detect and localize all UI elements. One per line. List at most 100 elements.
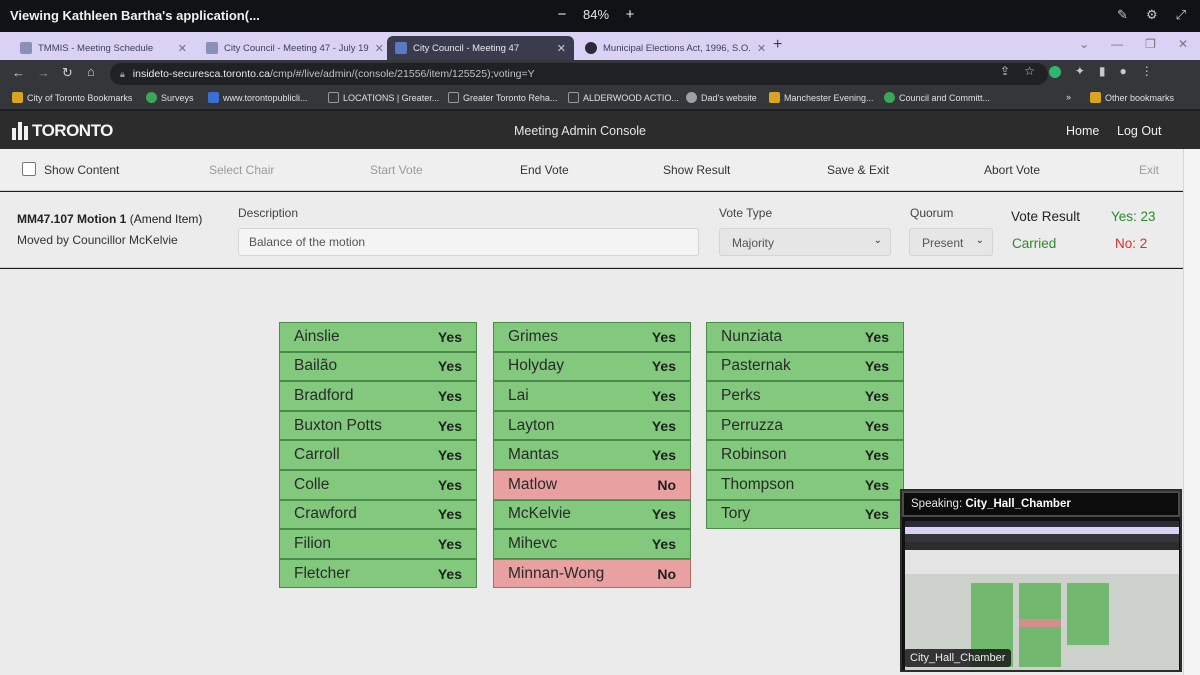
save-exit-button[interactable]: Save & Exit [827,163,889,177]
end-vote-button[interactable]: End Vote [520,163,569,177]
vertical-scrollbar[interactable] [1183,149,1200,675]
profile-icon[interactable]: ● [1120,64,1127,78]
bookmark-star-icon[interactable]: ☆ [1024,64,1035,78]
page-icon [568,92,579,103]
home-icon[interactable]: ⌂ [87,64,95,79]
chevron-down-icon: ⌄ [975,235,984,246]
vote-type-select[interactable]: Majority ⌄ [719,228,891,256]
folder-icon [12,92,23,103]
quorum-select[interactable]: Present ⌄ [909,228,993,256]
bookmark-item[interactable]: Dad's website [686,92,757,103]
select-chair-button[interactable]: Select Chair [209,163,274,177]
bookmark-item[interactable]: Surveys [146,92,194,103]
councillor-name: Thompson [721,475,795,493]
zoom-out-button[interactable]: − [555,6,569,23]
tab-label: City Council - Meeting 47 [413,42,520,54]
motion-number: MM47.107 Motion 1 [17,212,127,226]
vote-value: Yes [437,447,462,464]
browser-tab[interactable]: TMMIS - Meeting Schedule ✕ [12,36,195,60]
tab-label: City Council - Meeting 47 - July 19 [224,42,369,54]
lock-icon: 🔒︎ [120,68,125,79]
councillor-name: Pasternak [721,357,791,375]
bookmark-item[interactable]: www.torontopublicli... [208,92,308,103]
councillor-name: Bailão [294,357,338,375]
vote-type-value: Majority [732,236,775,250]
bookmark-item[interactable]: Manchester Evening... [769,92,874,103]
vote-value: Yes [437,476,462,493]
browser-tab[interactable]: Municipal Elections Act, 1996, S.O. ✕ [577,36,765,60]
forward-icon[interactable]: → [37,65,50,80]
browser-tab[interactable]: City Council - Meeting 47 - July 19 ✕ [198,36,384,60]
vote-cell: Nunziata Yes [706,322,904,352]
extension-icon[interactable] [1048,66,1061,78]
councillor-name: Fletcher [294,564,350,582]
new-tab-button[interactable]: + [773,36,782,54]
expand-icon[interactable]: ⤢ [1176,7,1186,23]
vote-cell: Layton Yes [493,410,691,441]
video-preview[interactable]: Speaking: City_Hall_Chamber [900,489,1182,672]
dropdown-icon[interactable]: ⌄ [1079,37,1089,51]
settings-icon[interactable]: ⚙ [1146,7,1158,23]
bookmark-item[interactable]: ALDERWOOD ACTIO... [568,92,679,103]
councillor-name: Crawford [294,505,357,523]
page-title: Meeting Admin Console [513,124,647,138]
councillor-name: Grimes [508,327,558,345]
back-icon[interactable]: ← [12,65,25,80]
puzzle-icon[interactable]: ✦ [1075,64,1085,78]
start-vote-button[interactable]: Start Vote [370,163,423,177]
close-tab-icon[interactable]: ✕ [557,42,566,55]
window-controls: ⌄ — ❐ ✕ [1079,37,1188,51]
vote-column: Grimes Yes Holyday Yes Lai Yes Layton Yes Mantas… [493,322,691,589]
vote-value: Yes [437,535,462,552]
show-content-checkbox[interactable] [22,162,36,176]
browser-tab-active[interactable]: City Council - Meeting 47 ✕ [387,36,574,60]
maximize-icon[interactable]: ❐ [1145,37,1156,51]
councillor-name: Mihevc [508,534,558,552]
annotate-icon[interactable]: ✎ [1117,7,1128,23]
vote-cell: Pasternak Yes [706,351,904,382]
councillor-name: Minnan-Wong [508,564,605,582]
menu-icon[interactable]: ⋮ [1141,64,1153,78]
bookmark-item[interactable]: LOCATIONS | Greater... [328,92,439,103]
home-link[interactable]: Home [1066,124,1099,138]
bookmark-item[interactable]: City of Toronto Bookmarks [12,92,132,103]
councillor-name: Ainslie [294,327,340,345]
address-bar[interactable]: 🔒︎ insideto-securesca.toronto.ca/cmp/#/l… [110,63,1048,85]
page-icon [448,92,459,103]
close-window-icon[interactable]: ✕ [1178,37,1188,51]
close-tab-icon[interactable]: ✕ [375,42,384,55]
share-page-icon[interactable]: ⇪ [1000,64,1010,78]
vote-value: Yes [651,417,676,434]
moved-by: Moved by Councillor McKelvie [17,233,178,247]
exit-button[interactable]: Exit [1139,163,1159,177]
video-caption: City_Hall_Chamber [904,649,1012,667]
description-input[interactable] [238,228,699,256]
bookmark-label: ALDERWOOD ACTIO... [583,92,679,103]
show-result-button[interactable]: Show Result [663,163,730,177]
minimize-icon[interactable]: — [1111,37,1123,51]
reload-icon[interactable]: ↻ [62,65,73,81]
vote-value: Yes [651,387,676,404]
zoom-in-button[interactable]: + [623,6,637,23]
bookmark-label: Other bookmarks [1105,92,1175,103]
bookmark-item[interactable]: Other bookmarks [1090,92,1174,103]
vote-cell: Carroll Yes [279,440,477,470]
bookmarks-overflow-button[interactable]: » [1066,92,1071,102]
vote-cell: Lai Yes [493,381,691,411]
vote-cell: Thompson Yes [706,469,904,500]
vote-value: Yes [651,506,676,523]
show-content-label[interactable]: Show Content [44,163,119,177]
vote-result-label: Vote Result [1011,209,1081,224]
bookmark-label: Greater Toronto Reha... [463,92,558,103]
bookmark-label: www.torontopublicli... [223,92,308,103]
abort-vote-button[interactable]: Abort Vote [984,163,1040,177]
close-tab-icon[interactable]: ✕ [178,42,187,55]
quorum-value: Present [922,236,964,250]
tab-favicon-icon [395,42,407,54]
logout-link[interactable]: Log Out [1117,124,1161,138]
bookmark-item[interactable]: Council and Committ... [884,92,990,103]
vote-value: Yes [437,358,462,375]
close-tab-icon[interactable]: ✕ [757,42,765,55]
sidebar-icon[interactable]: ▮ [1099,64,1106,78]
bookmark-item[interactable]: Greater Toronto Reha... [448,92,557,103]
